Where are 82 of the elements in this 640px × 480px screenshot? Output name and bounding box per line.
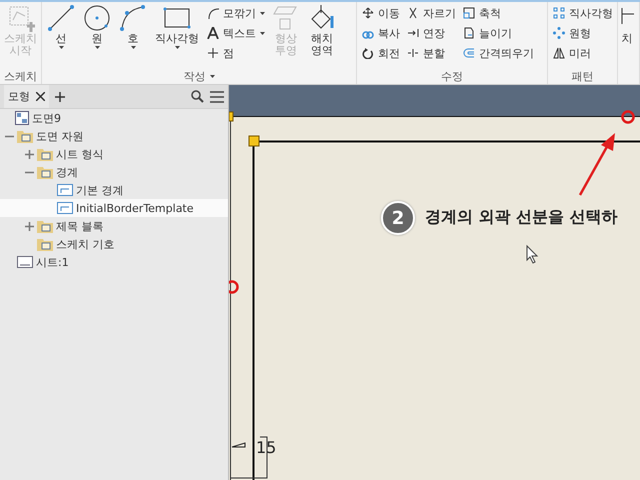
sketch-icon: [6, 4, 34, 32]
mouse-cursor-icon: [526, 244, 538, 264]
line-icon: [47, 4, 75, 32]
mirror-icon: [552, 47, 564, 59]
stretch-icon: [462, 27, 474, 39]
tool-button[interactable]: 분할: [404, 45, 458, 61]
tool-button[interactable]: 점: [204, 45, 267, 61]
caret-icon[interactable]: [210, 74, 214, 78]
instruction-text: 경계의 외곽 선분을 선택하: [425, 207, 618, 228]
tree-item[interactable]: 시트:1: [0, 253, 228, 271]
folder-icon: [37, 166, 53, 178]
caret-icon[interactable]: [174, 46, 180, 49]
drawing-icon: [15, 111, 29, 125]
tool-button[interactable]: 늘이기: [460, 25, 536, 41]
fillet-icon: [206, 7, 218, 19]
text-icon: [206, 27, 218, 39]
step-number: 2: [381, 201, 415, 235]
tool-button[interactable]: 호: [116, 4, 150, 68]
caret-icon[interactable]: [58, 46, 64, 49]
folder-icon: [37, 148, 53, 160]
tool-button[interactable]: 이동: [359, 5, 402, 21]
tool-button[interactable]: 연장: [404, 25, 458, 41]
browser-tab[interactable]: 모형: [4, 85, 49, 108]
tool-button[interactable]: 간격띄우기: [460, 45, 536, 61]
grid-pattern-icon: [552, 7, 564, 19]
tool-button[interactable]: 모깎기: [204, 5, 267, 21]
circular-pattern-icon: [552, 27, 564, 39]
sheet-icon: [17, 256, 33, 268]
circle-icon: [83, 4, 111, 32]
tree-item[interactable]: 스케치 기호: [0, 235, 228, 253]
tool-button[interactable]: 자르기: [404, 5, 458, 21]
trim-icon: [406, 7, 418, 19]
folder-icon: [17, 130, 33, 142]
dimension-arrow-icon: [232, 442, 246, 448]
rotate-icon: [362, 47, 374, 59]
group-title: 패턴: [572, 68, 594, 84]
move-icon: [362, 7, 374, 19]
expand-icon[interactable]: [24, 150, 34, 158]
expand-icon[interactable]: [24, 222, 34, 230]
pointer-arrow: [578, 133, 615, 196]
tool-button[interactable]: 복사: [359, 25, 402, 41]
group-title: 스케치: [4, 68, 37, 84]
folder-icon: [37, 238, 53, 250]
tool-button[interactable]: 텍스트: [204, 25, 267, 41]
border-icon: [57, 202, 73, 214]
close-icon[interactable]: [36, 92, 45, 101]
caret-icon[interactable]: [94, 46, 100, 49]
border-icon: [57, 184, 73, 196]
split-icon: [406, 47, 418, 59]
tool-button[interactable]: 치: [620, 4, 634, 68]
tool-button[interactable]: 해치 영역: [305, 4, 339, 68]
menu-icon[interactable]: [210, 90, 224, 102]
tool-button[interactable]: 선: [44, 4, 78, 68]
caret-icon[interactable]: [260, 32, 265, 34]
search-icon[interactable]: [191, 90, 204, 103]
tool-button[interactable]: 직사각형: [152, 4, 202, 68]
highlight-circle: [621, 110, 635, 124]
arc-icon: [119, 4, 147, 32]
tree-item[interactable]: 도면9: [0, 109, 228, 127]
grip-handle[interactable]: [248, 136, 260, 146]
tool-button[interactable]: 미러: [550, 45, 615, 61]
offset-icon: [462, 47, 474, 59]
caret-icon[interactable]: [260, 12, 265, 14]
scale-icon: [462, 7, 474, 19]
folder-icon: [37, 220, 53, 232]
add-icon[interactable]: [55, 92, 65, 102]
tool-button[interactable]: 축척: [460, 5, 536, 21]
tree-item[interactable]: 도면 자원: [0, 127, 228, 145]
group-title: 수정: [441, 68, 463, 84]
caret-icon[interactable]: [130, 46, 136, 49]
point-icon: [206, 47, 218, 59]
tool-button[interactable]: 원: [80, 4, 114, 68]
extend-icon: [406, 27, 418, 39]
tree-item[interactable]: 기본 경계: [0, 181, 228, 199]
tree-item[interactable]: 경계: [0, 163, 228, 181]
tree-item[interactable]: 제목 블록: [0, 217, 228, 235]
tool-button[interactable]: 직사각형: [550, 5, 615, 21]
tool-button[interactable]: 회전: [359, 45, 402, 61]
tree-item[interactable]: 시트 형식: [0, 145, 228, 163]
tree-item[interactable]: InitialBorderTemplate: [0, 199, 228, 217]
group-title: 작성: [184, 68, 206, 84]
tool-button[interactable]: 원형: [550, 25, 615, 41]
